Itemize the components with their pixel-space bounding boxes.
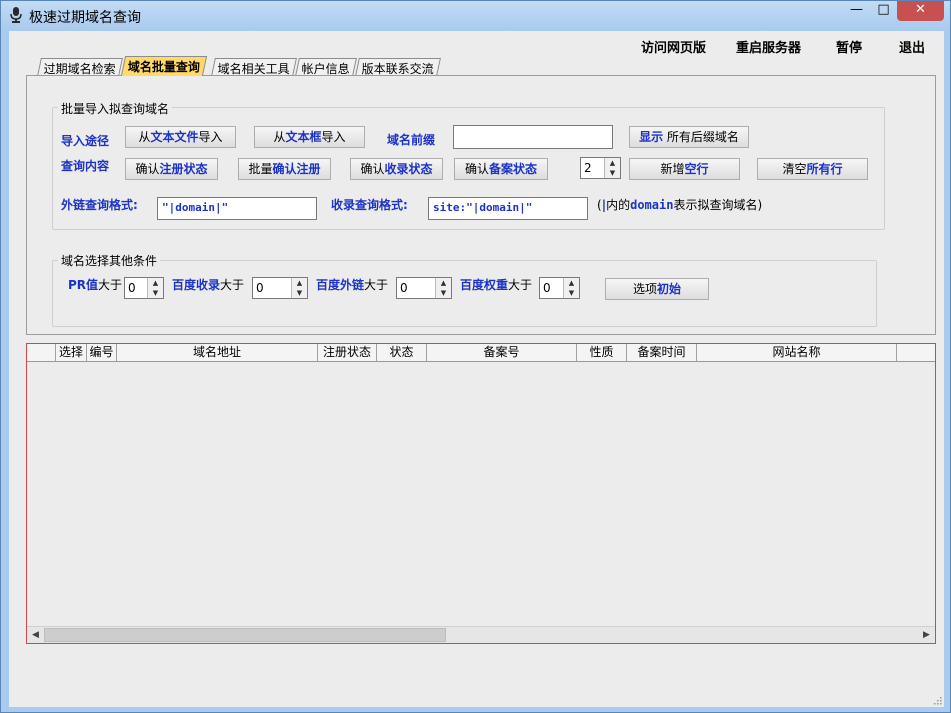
- pr-stepper[interactable]: 0 ▲ ▼: [124, 277, 164, 299]
- stepper-up-icon[interactable]: ▲: [148, 278, 163, 288]
- column-header-record-no[interactable]: 备案号: [427, 344, 577, 362]
- confirm-registration-button[interactable]: 确认注册状态: [125, 158, 218, 180]
- row-count-value: 2: [584, 161, 592, 175]
- stepper-up-icon[interactable]: ▲: [292, 278, 307, 288]
- stepper-up-icon[interactable]: ▲: [564, 278, 579, 288]
- index-format-input[interactable]: site:"|domain|": [428, 197, 588, 220]
- add-empty-row-button[interactable]: 新增空行: [629, 158, 740, 180]
- baidu-index-stepper[interactable]: 0 ▲ ▼: [252, 277, 308, 299]
- reset-options-button[interactable]: 选项初始: [605, 278, 709, 300]
- column-header-domain[interactable]: 域名地址: [117, 344, 318, 362]
- backlink-format-input[interactable]: "|domain|": [157, 197, 317, 220]
- column-header-number[interactable]: 编号: [87, 344, 117, 362]
- tab-account-info[interactable]: 帐户信息: [295, 58, 357, 76]
- column-header-site-name[interactable]: 网站名称: [697, 344, 897, 362]
- microphone-icon: [10, 7, 22, 23]
- confirm-index-button[interactable]: 确认收录状态: [350, 158, 443, 180]
- title-bar[interactable]: 极速过期域名查询 — □ ✕: [1, 1, 950, 29]
- show-all-suffix-button[interactable]: 显示 所有后缀域名: [629, 126, 749, 148]
- stepper-up-icon[interactable]: ▲: [605, 158, 620, 168]
- domain-prefix-input[interactable]: [453, 125, 613, 149]
- import-from-file-button[interactable]: 从文本文件导入: [125, 126, 236, 148]
- batch-confirm-registration-button[interactable]: 批量确认注册: [238, 158, 331, 180]
- maximize-button[interactable]: □: [870, 1, 897, 21]
- import-path-label: 导入途径: [61, 134, 110, 148]
- column-header-select[interactable]: 选择: [56, 344, 87, 362]
- scroll-right-icon[interactable]: ▶: [918, 627, 935, 643]
- index-format-label: 收录查询格式:: [331, 198, 408, 212]
- grid-header: 选择 编号 域名地址 注册状态 状态 备案号 性质 备案时间 网站名称: [27, 344, 935, 362]
- scroll-thumb[interactable]: [44, 628, 446, 642]
- stepper-up-icon[interactable]: ▲: [436, 278, 451, 288]
- minimize-button[interactable]: —: [843, 1, 870, 21]
- close-button[interactable]: ✕: [897, 1, 944, 21]
- baidu-weight-stepper[interactable]: 0 ▲ ▼: [539, 277, 580, 299]
- window-title: 极速过期域名查询: [29, 10, 141, 26]
- tab-batch-query[interactable]: 域名批量查询: [120, 56, 208, 76]
- import-from-textbox-button[interactable]: 从文本框导入: [254, 126, 365, 148]
- domain-prefix-label: 域名前缀: [387, 133, 436, 147]
- menu-exit[interactable]: 退出: [899, 37, 925, 56]
- menu-visit-web[interactable]: 访问网页版: [641, 37, 706, 56]
- stepper-down-icon[interactable]: ▼: [564, 288, 579, 298]
- stepper-down-icon[interactable]: ▼: [605, 168, 620, 178]
- filter-group-title: 域名选择其他条件: [58, 252, 161, 269]
- column-header-status[interactable]: 状态: [377, 344, 427, 362]
- baidu-backlink-stepper[interactable]: 0 ▲ ▼: [396, 277, 452, 299]
- menu-restart-server[interactable]: 重启服务器: [736, 37, 801, 56]
- pr-label: PR值大于: [68, 278, 123, 292]
- filter-group: [52, 260, 877, 327]
- results-grid[interactable]: 选择 编号 域名地址 注册状态 状态 备案号 性质 备案时间 网站名称 ◀ ▶: [26, 343, 936, 644]
- stepper-down-icon[interactable]: ▼: [292, 288, 307, 298]
- format-note: (|内的domain表示拟查询域名): [597, 198, 763, 212]
- tab-expired-search[interactable]: 过期域名检索: [37, 58, 123, 76]
- column-header-nature[interactable]: 性质: [577, 344, 627, 362]
- baidu-index-label: 百度收录大于: [172, 278, 245, 292]
- column-header-record-time[interactable]: 备案时间: [627, 344, 697, 362]
- backlink-format-label: 外链查询格式:: [61, 198, 138, 212]
- import-group-title: 批量导入拟查询域名: [58, 100, 173, 117]
- scroll-left-icon[interactable]: ◀: [27, 627, 44, 643]
- stepper-down-icon[interactable]: ▼: [436, 288, 451, 298]
- confirm-record-button[interactable]: 确认备案状态: [454, 158, 548, 180]
- client-area: 访问网页版 重启服务器 暂停 退出 过期域名检索 域名批量查询 域名相关工具 帐…: [9, 31, 944, 707]
- menu-bar: 访问网页版 重启服务器 暂停 退出: [9, 31, 944, 56]
- menu-pause[interactable]: 暂停: [836, 37, 862, 56]
- tab-domain-tools[interactable]: 域名相关工具: [211, 58, 297, 76]
- query-content-label: 查询内容: [61, 159, 110, 173]
- column-header-indicator[interactable]: [27, 344, 56, 362]
- horizontal-scrollbar[interactable]: ◀ ▶: [27, 626, 935, 643]
- app-window: 极速过期域名查询 — □ ✕ 访问网页版 重启服务器 暂停 退出 过期域名检索 …: [0, 0, 951, 713]
- baidu-backlink-label: 百度外链大于: [316, 278, 389, 292]
- row-count-stepper[interactable]: 2 ▲ ▼: [580, 157, 621, 179]
- baidu-weight-label: 百度权重大于: [460, 278, 533, 292]
- column-header-reg-status[interactable]: 注册状态: [318, 344, 377, 362]
- tab-version-contact[interactable]: 版本联系交流: [355, 58, 441, 76]
- clear-all-rows-button[interactable]: 清空所有行: [757, 158, 868, 180]
- resize-grip-icon[interactable]: [932, 695, 942, 705]
- batch-query-panel: 批量导入拟查询域名 导入途径 从文本文件导入 从文本框导入 域名前缀 显示 所有…: [26, 75, 936, 335]
- stepper-down-icon[interactable]: ▼: [148, 288, 163, 298]
